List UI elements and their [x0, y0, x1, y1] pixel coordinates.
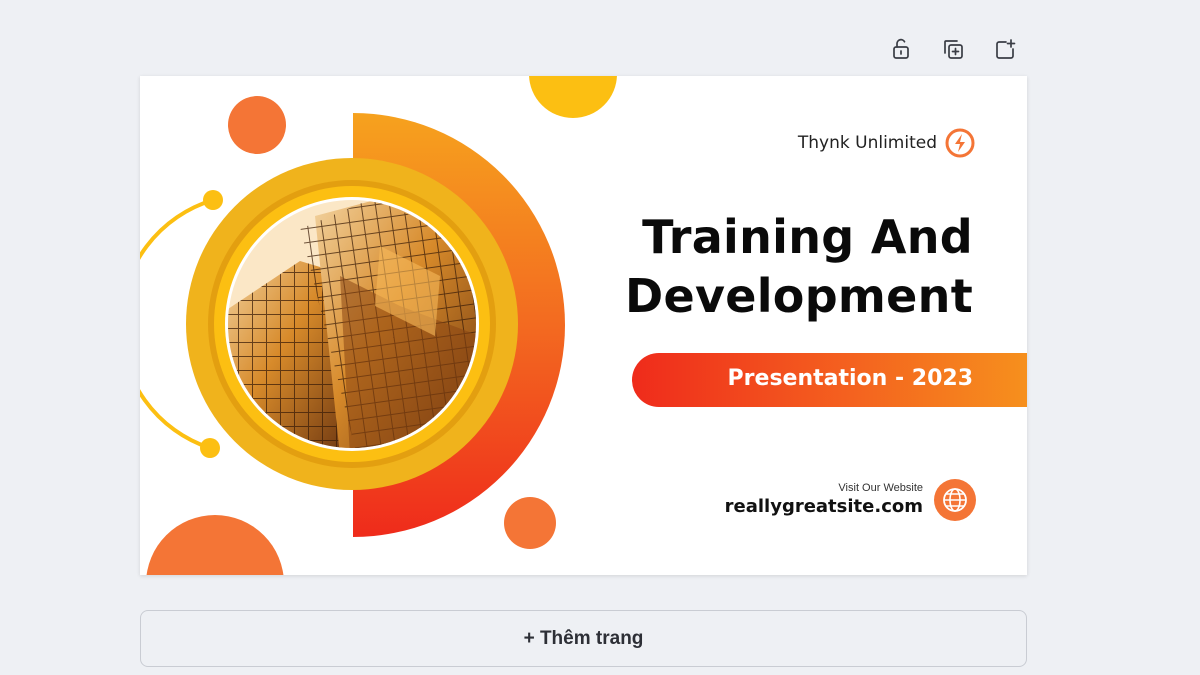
website-url: reallygreatsite.com: [724, 496, 923, 517]
decor-yellow-circle-top: [529, 76, 617, 118]
duplicate-page-button[interactable]: [936, 32, 970, 66]
duplicate-page-icon: [944, 40, 963, 59]
brand-logo-icon: [945, 128, 975, 158]
globe-icon: [934, 479, 976, 521]
decor-dot-top: [203, 190, 223, 210]
title-line-1: Training And: [642, 210, 973, 264]
add-page-icon: [996, 39, 1016, 59]
decor-dot-bottom: [200, 438, 220, 458]
brand-header: Thynk Unlimited: [798, 128, 975, 158]
decor-orange-circle-bottom: [504, 497, 556, 549]
brand-name: Thynk Unlimited: [797, 133, 937, 153]
unlock-icon: [893, 38, 909, 59]
add-page-button-icon[interactable]: [988, 32, 1022, 66]
subtitle-text: Presentation - 2023: [727, 366, 973, 391]
page-toolbar: [884, 32, 1022, 66]
visit-label: Visit Our Website: [838, 482, 923, 494]
title-line-2: Development: [624, 269, 973, 323]
decor-orange-circle-corner: [146, 515, 284, 575]
add-page-button[interactable]: + Thêm trang: [140, 610, 1027, 667]
unlock-button[interactable]: [884, 32, 918, 66]
slide-canvas[interactable]: Thynk Unlimited Training And Development…: [140, 76, 1027, 575]
slide-title: Training And Development: [625, 208, 973, 326]
decor-orange-circle-top: [228, 96, 286, 154]
